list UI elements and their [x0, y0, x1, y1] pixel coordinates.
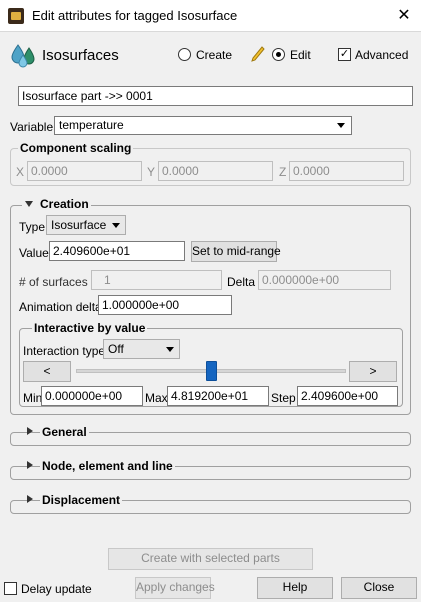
interactive-title: Interactive by value — [32, 321, 148, 335]
min-field[interactable]: 0.000000e+00 — [41, 386, 143, 406]
animation-delta-label: Animation delta — [19, 300, 102, 314]
z-scale-field[interactable]: 0.0000 — [289, 161, 404, 181]
x-label: X — [16, 165, 25, 179]
variable-value: temperature — [59, 118, 124, 132]
expand-triangle-icon[interactable] — [27, 427, 33, 435]
app-icon — [8, 8, 24, 24]
x-scale-field[interactable]: 0.0000 — [27, 161, 142, 181]
delay-update-label[interactable]: Delay update — [21, 582, 92, 596]
type-select[interactable]: Isosurface — [46, 215, 126, 235]
step-field[interactable]: 2.409600e+00 — [297, 386, 398, 406]
create-with-selected-parts-button[interactable]: Create with selected parts — [108, 548, 313, 570]
interaction-type-value: Off — [108, 342, 124, 356]
expand-triangle-icon[interactable] — [27, 461, 33, 469]
component-scaling-title: Component scaling — [18, 141, 134, 155]
num-surfaces-label: # of surfaces — [19, 275, 88, 289]
pencil-icon — [250, 45, 266, 63]
step-label: Step — [271, 391, 296, 405]
chevron-down-icon — [166, 347, 174, 352]
max-label: Max — [145, 391, 168, 405]
delta-label: Delta — [227, 275, 256, 289]
creation-title: Creation — [40, 197, 89, 211]
close-button[interactable]: Close — [341, 577, 417, 599]
chevron-down-icon — [337, 123, 345, 128]
create-label[interactable]: Create — [196, 48, 232, 62]
num-surfaces-field[interactable]: 1 — [91, 270, 222, 290]
next-value-button[interactable]: > — [349, 361, 397, 382]
advanced-checkbox[interactable]: ✓ — [338, 48, 351, 61]
edit-radio[interactable] — [272, 48, 285, 61]
node-element-line-title[interactable]: Node, element and line — [40, 459, 175, 473]
expand-triangle-icon[interactable] — [27, 495, 33, 503]
variable-label: Variable — [10, 120, 54, 134]
chevron-down-icon — [112, 223, 120, 228]
value-field[interactable]: 2.409600e+01 — [49, 241, 185, 261]
delay-update-checkbox[interactable] — [4, 582, 17, 595]
part-field[interactable]: Isosurface part ->> 0001 — [18, 86, 413, 106]
max-field[interactable]: 4.819200e+01 — [167, 386, 269, 406]
create-radio[interactable] — [178, 48, 191, 61]
apply-changes-button[interactable]: Apply changes — [135, 577, 215, 599]
y-label: Y — [147, 165, 156, 179]
delta-field[interactable]: 0.000000e+00 — [258, 270, 391, 290]
type-label: Type — [19, 220, 46, 234]
check-icon: ✓ — [339, 48, 350, 60]
prev-value-button[interactable]: < — [23, 361, 71, 382]
y-scale-field[interactable]: 0.0000 — [158, 161, 273, 181]
window-title: Edit attributes for tagged Isosurface — [32, 8, 238, 23]
close-icon[interactable]: ✕ — [392, 4, 416, 28]
slider-thumb[interactable] — [205, 361, 217, 381]
displacement-title[interactable]: Displacement — [40, 493, 123, 507]
set-midrange-button[interactable]: Set to mid-range — [191, 241, 281, 262]
isosurface-drops-icon — [10, 42, 38, 70]
interaction-type-label: Interaction type — [23, 344, 106, 358]
type-value: Isosurface — [51, 218, 107, 232]
interaction-type-select[interactable]: Off — [103, 339, 180, 359]
min-label: Min — [23, 391, 43, 405]
value-label: Value — [19, 246, 49, 260]
animation-delta-field[interactable]: 1.000000e+00 — [98, 295, 232, 315]
variable-select[interactable]: temperature — [54, 116, 352, 135]
advanced-label[interactable]: Advanced — [355, 48, 408, 62]
general-title[interactable]: General — [40, 425, 89, 439]
help-button[interactable]: Help — [257, 577, 333, 599]
z-label: Z — [279, 165, 287, 179]
edit-label[interactable]: Edit — [290, 48, 311, 62]
collapse-triangle-icon[interactable] — [25, 201, 33, 207]
panel-title: Isosurfaces — [42, 47, 119, 64]
